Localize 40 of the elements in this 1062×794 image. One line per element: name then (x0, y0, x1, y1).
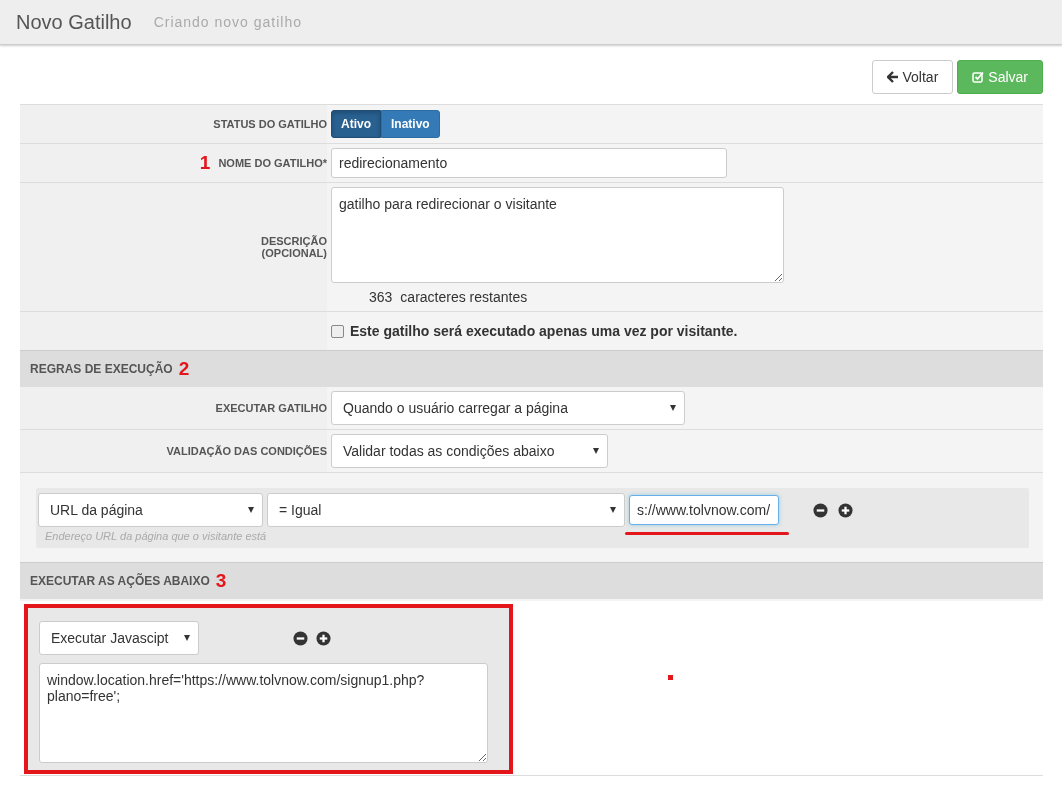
field-label: VALIDAÇÃO DAS CONDIÇÕES (166, 445, 327, 457)
annotation-number: 1 (199, 152, 211, 174)
caret-icon (670, 405, 676, 411)
field-select[interactable]: URL da página (38, 493, 263, 527)
code-textarea[interactable]: window.location.href='https://www.tolvnow.com/signup1.php?plano=free'; (39, 663, 488, 763)
caret-icon (593, 448, 599, 454)
checkbox[interactable] (331, 324, 344, 338)
action-select[interactable]: Executar Javascipt (39, 621, 199, 655)
back-button[interactable]: Voltar (871, 60, 954, 94)
add-icon[interactable] (838, 502, 853, 518)
caret-icon (184, 635, 190, 641)
remove-icon[interactable] (293, 630, 308, 646)
character-count: 363 (369, 289, 393, 305)
field-label: STATUS DO GATILHO (213, 118, 327, 130)
checkbox-icon (972, 71, 985, 83)
field-label: EXECUTAR GATILHO (215, 402, 327, 414)
checkbox-label: Este gatilho será executado apenas uma vez por visitante. (350, 323, 738, 339)
page-subtitle: Criando novo gatilho (153, 14, 303, 30)
description-textarea[interactable]: gatilho para redirecionar o visitante (331, 187, 784, 283)
add-icon[interactable] (316, 630, 331, 646)
page-title: Novo Gatilho (16, 10, 132, 34)
hint-text: Endereço URL da página que o visitante está (44, 529, 268, 542)
field-label: DESCRIÇÃO (OPCIONAL) (260, 235, 327, 259)
field-label: NOME DO GATILHO* (218, 157, 327, 169)
section-title: EXECUTAR AS AÇÕES ABAIXO (30, 573, 210, 588)
arrow-left-icon (886, 71, 899, 83)
remove-icon[interactable] (813, 502, 828, 518)
name-input[interactable]: redirecionamento (331, 148, 727, 178)
caret-icon (248, 507, 254, 513)
annotation-number: 2 (178, 357, 190, 380)
url-input[interactable]: s://www.tolvnow.com/ (629, 495, 779, 525)
counter-label: caracteres restantes (400, 289, 528, 305)
status-toggle-button[interactable]: Ativo (331, 110, 381, 138)
caret-icon (610, 507, 616, 513)
section-title: REGRAS DE EXECUÇÃO (30, 361, 173, 376)
status-toggle-button[interactable]: Inativo (381, 110, 440, 138)
select-dropdown[interactable]: Quando o usuário carregar a página (331, 391, 685, 425)
select-dropdown[interactable]: Validar todas as condições abaixo (331, 434, 608, 468)
operator-select[interactable]: = Igual (267, 493, 625, 527)
annotation-number: 3 (215, 569, 227, 592)
